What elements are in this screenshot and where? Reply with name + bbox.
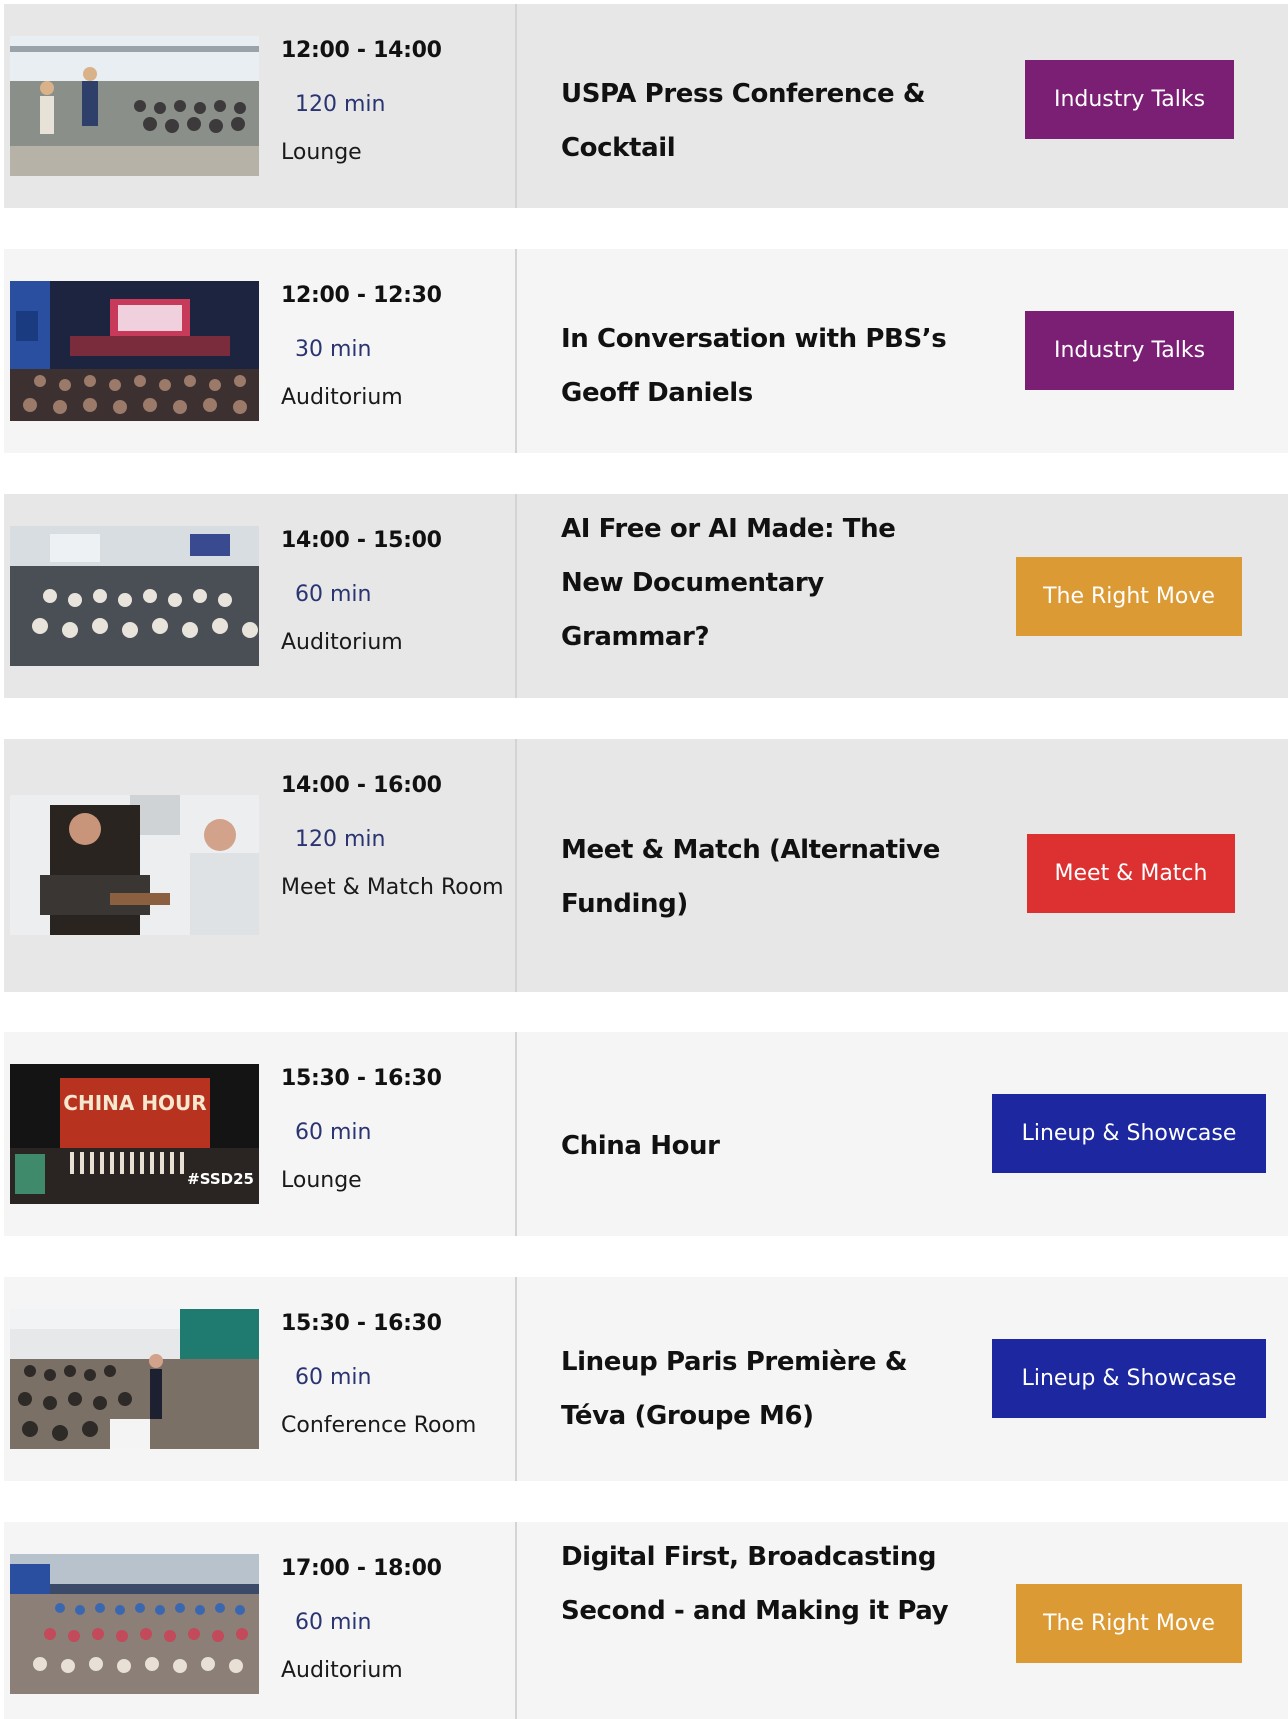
category-tag[interactable]: Lineup & Showcase	[992, 1339, 1266, 1418]
session-photo	[10, 1309, 259, 1449]
session-room: Lounge	[281, 140, 362, 165]
session-photo	[10, 281, 259, 421]
thumb-hashtag-text: #SSD25	[187, 1170, 254, 1188]
session-duration: 120 min	[295, 92, 386, 117]
session-room: Auditorium	[281, 385, 403, 410]
category-tag[interactable]: Lineup & Showcase	[992, 1094, 1266, 1173]
thumb-banner-text: CHINA HOUR	[63, 1091, 206, 1115]
session-room: Conference Room	[281, 1413, 477, 1438]
category-tag[interactable]: Industry Talks	[1025, 311, 1234, 390]
category-tag[interactable]: The Right Move	[1016, 1584, 1242, 1663]
session-photo: CHINA HOUR #SSD25	[10, 1064, 259, 1204]
category-tag[interactable]: The Right Move	[1016, 557, 1242, 636]
session-title[interactable]: Lineup Paris Première & Téva (Groupe M6)	[561, 1335, 961, 1443]
session-thumbnail[interactable]	[10, 1554, 259, 1694]
session-title[interactable]: AI Free or AI Made: The New Documentary …	[561, 502, 961, 664]
session-thumbnail[interactable]	[10, 1309, 259, 1449]
session-title[interactable]: USPA Press Conference & Cocktail	[561, 67, 961, 175]
session-row[interactable]: 14:00 - 15:00 60 min Auditorium AI Free …	[4, 494, 1288, 698]
row-divider	[515, 1032, 517, 1236]
session-duration: 120 min	[295, 827, 386, 852]
session-thumbnail[interactable]	[10, 526, 259, 666]
schedule-list: 12:00 - 14:00 120 min Lounge USPA Press …	[0, 0, 1288, 1719]
category-tag[interactable]: Meet & Match	[1027, 834, 1235, 913]
row-divider	[515, 494, 517, 698]
session-photo	[10, 526, 259, 666]
row-divider	[515, 1277, 517, 1481]
session-title[interactable]: China Hour	[561, 1119, 961, 1173]
session-room: Lounge	[281, 1168, 362, 1193]
row-divider	[515, 1522, 517, 1719]
session-duration: 60 min	[295, 582, 372, 607]
session-duration: 30 min	[295, 337, 372, 362]
session-title[interactable]: Digital First, Broadcasting Second - and…	[561, 1530, 961, 1638]
session-time: 12:00 - 14:00	[281, 38, 442, 63]
session-duration: 60 min	[295, 1610, 372, 1635]
session-time: 14:00 - 16:00	[281, 773, 442, 798]
session-room: Auditorium	[281, 1658, 403, 1683]
category-tag[interactable]: Industry Talks	[1025, 60, 1234, 139]
session-duration: 60 min	[295, 1120, 372, 1145]
session-thumbnail[interactable]: CHINA HOUR #SSD25	[10, 1064, 259, 1204]
session-photo	[10, 1554, 259, 1694]
session-duration: 60 min	[295, 1365, 372, 1390]
session-time: 15:30 - 16:30	[281, 1311, 442, 1336]
session-time: 14:00 - 15:00	[281, 528, 442, 553]
session-photo	[10, 795, 259, 935]
session-row[interactable]: 12:00 - 12:30 30 min Auditorium In Conve…	[4, 249, 1288, 453]
session-time: 15:30 - 16:30	[281, 1066, 442, 1091]
session-title[interactable]: Meet & Match (Alternative Funding)	[561, 823, 961, 931]
session-title[interactable]: In Conversation with PBS’s Geoff Daniels	[561, 312, 961, 420]
session-time: 12:00 - 12:30	[281, 283, 442, 308]
session-row[interactable]: 17:00 - 18:00 60 min Auditorium Digital …	[4, 1522, 1288, 1719]
session-row[interactable]: 14:00 - 16:00 120 min Meet & Match Room …	[4, 739, 1288, 992]
session-photo	[10, 36, 259, 176]
session-thumbnail[interactable]	[10, 36, 259, 176]
session-thumbnail[interactable]	[10, 795, 259, 935]
session-room: Meet & Match Room	[281, 875, 504, 900]
session-row[interactable]: 15:30 - 16:30 60 min Conference Room Lin…	[4, 1277, 1288, 1481]
row-divider	[515, 4, 517, 208]
session-thumbnail[interactable]	[10, 281, 259, 421]
session-room: Auditorium	[281, 630, 403, 655]
session-time: 17:00 - 18:00	[281, 1556, 442, 1581]
row-divider	[515, 739, 517, 992]
session-row[interactable]: CHINA HOUR #SSD25 15:30 - 16:30 60 min L…	[4, 1032, 1288, 1236]
session-row[interactable]: 12:00 - 14:00 120 min Lounge USPA Press …	[4, 4, 1288, 208]
row-divider	[515, 249, 517, 453]
